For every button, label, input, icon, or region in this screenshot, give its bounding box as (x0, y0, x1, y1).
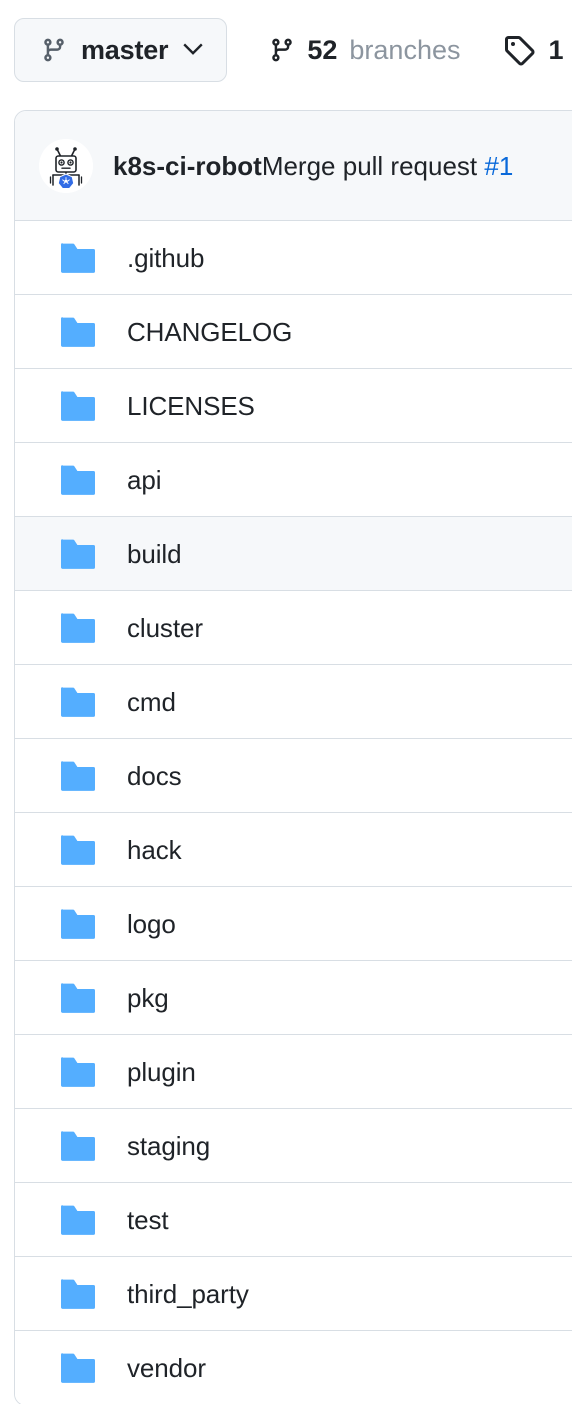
table-row[interactable]: .github (15, 221, 572, 295)
file-name-link[interactable]: third_party (127, 1281, 249, 1307)
latest-commit-header: k8s-ci-robotMerge pull request #1 (15, 111, 572, 221)
table-row[interactable]: plugin (15, 1035, 572, 1109)
table-row[interactable]: logo (15, 887, 572, 961)
file-name-link[interactable]: LICENSES (127, 393, 255, 419)
table-row[interactable]: LICENSES (15, 369, 572, 443)
branches-count[interactable]: 52 branches (269, 36, 460, 64)
file-name-link[interactable]: api (127, 467, 162, 493)
file-name-link[interactable]: test (127, 1207, 169, 1233)
table-row[interactable]: cluster (15, 591, 572, 665)
file-name-link[interactable]: hack (127, 837, 182, 863)
file-name-link[interactable]: build (127, 541, 182, 567)
file-name-link[interactable]: pkg (127, 985, 169, 1011)
tags-count[interactable]: 1 (502, 34, 564, 66)
table-row[interactable]: build (15, 517, 572, 591)
folder-icon (39, 538, 95, 569)
table-row[interactable]: hack (15, 813, 572, 887)
chevron-down-icon (182, 43, 204, 57)
folder-icon (39, 316, 95, 347)
table-row[interactable]: third_party (15, 1257, 572, 1331)
file-rows-container: .github CHANGELOG LICENSES api build cluster c… (15, 221, 572, 1404)
branches-count-label: branches (349, 34, 461, 65)
table-row[interactable]: api (15, 443, 572, 517)
tag-icon (502, 34, 536, 66)
folder-icon (39, 1204, 95, 1235)
commit-author[interactable]: k8s-ci-robot (113, 151, 262, 181)
file-name-link[interactable]: vendor (127, 1355, 206, 1381)
folder-icon (39, 686, 95, 717)
table-row[interactable]: test (15, 1183, 572, 1257)
folder-icon (39, 242, 95, 273)
git-branch-icon (269, 36, 295, 64)
folder-icon (39, 1278, 95, 1309)
folder-icon (39, 390, 95, 421)
folder-icon (39, 1130, 95, 1161)
branch-selector-button[interactable]: master (14, 18, 228, 82)
commit-pr-link[interactable]: #1 (484, 151, 513, 181)
folder-icon (39, 464, 95, 495)
file-name-link[interactable]: cluster (127, 615, 203, 641)
table-row[interactable]: pkg (15, 961, 572, 1035)
folder-icon (39, 1056, 95, 1087)
file-name-link[interactable]: plugin (127, 1059, 196, 1085)
commit-summary: k8s-ci-robotMerge pull request #1 (113, 153, 513, 179)
file-name-link[interactable]: staging (127, 1133, 210, 1159)
table-row[interactable]: docs (15, 739, 572, 813)
git-branch-icon (41, 36, 67, 64)
file-name-link[interactable]: .github (127, 245, 204, 271)
folder-icon (39, 834, 95, 865)
commit-message: Merge pull request (261, 150, 485, 181)
file-listing-table: k8s-ci-robotMerge pull request #1 .githu… (14, 110, 572, 1404)
repo-toolbar: master 52 branches 1 (0, 0, 572, 100)
branches-count-value: 52 (307, 34, 338, 65)
folder-icon (39, 612, 95, 643)
file-name-link[interactable]: logo (127, 911, 176, 937)
branch-selector-label: master (81, 34, 169, 65)
folder-icon (39, 982, 95, 1013)
file-name-link[interactable]: cmd (127, 689, 176, 715)
folder-icon (39, 1353, 95, 1383)
file-name-link[interactable]: docs (127, 763, 182, 789)
folder-icon (39, 908, 95, 939)
repository-file-browser: master 52 branches 1 k8s-ci-robotMerge p… (0, 0, 572, 1404)
table-row[interactable]: CHANGELOG (15, 295, 572, 369)
tags-count-value: 1 (548, 34, 564, 65)
file-name-link[interactable]: CHANGELOG (127, 319, 292, 345)
table-row[interactable]: staging (15, 1109, 572, 1183)
table-row[interactable]: cmd (15, 665, 572, 739)
folder-icon (39, 760, 95, 791)
table-row[interactable]: vendor (15, 1331, 572, 1404)
avatar[interactable] (39, 138, 93, 193)
